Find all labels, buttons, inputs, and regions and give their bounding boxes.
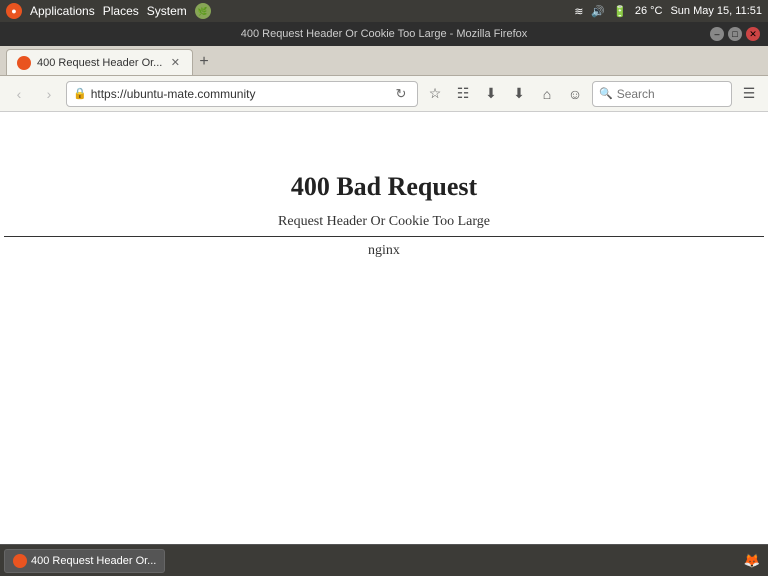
error-title: 400 Bad Request bbox=[4, 172, 764, 202]
bookmark-button[interactable]: ☆ bbox=[422, 81, 448, 107]
menu-icon: ☰ bbox=[743, 85, 756, 102]
battery-icon: 🔋 bbox=[613, 5, 627, 18]
taskbar-app-button[interactable]: 400 Request Header Or... bbox=[4, 549, 165, 573]
address-input[interactable] bbox=[91, 87, 387, 101]
address-bar[interactable]: 🔒 ↻ bbox=[66, 81, 418, 107]
nav-bar: ‹ › 🔒 ↻ ☆ ☷ ⬇ ⬇ ⌂ bbox=[0, 76, 768, 112]
reload-button[interactable]: ↻ bbox=[391, 84, 411, 104]
window-controls: – □ ✕ bbox=[710, 27, 760, 41]
error-server: nginx bbox=[4, 243, 764, 259]
new-tab-button[interactable]: + bbox=[193, 49, 214, 75]
active-tab[interactable]: 400 Request Header Or... ✕ bbox=[6, 49, 193, 75]
home-icon: ⌂ bbox=[543, 86, 551, 102]
reload-icon: ↻ bbox=[396, 86, 407, 102]
reader-icon: ☷ bbox=[457, 85, 470, 102]
taskbar: 400 Request Header Or... 🦊 bbox=[0, 544, 768, 576]
menu-button[interactable]: ☰ bbox=[736, 81, 762, 107]
taskbar-right: 🦊 bbox=[740, 549, 764, 573]
datetime: Sun May 15, 11:51 bbox=[670, 5, 762, 17]
download-button[interactable]: ⬇ bbox=[506, 81, 532, 107]
mate-logo: 🌿 bbox=[195, 3, 211, 19]
system-bar-left: ● Applications Places System 🌿 bbox=[6, 3, 211, 19]
lock-icon: 🔒 bbox=[73, 87, 87, 100]
places-menu[interactable]: Places bbox=[103, 4, 139, 18]
firefox-icon: 🦊 bbox=[744, 553, 761, 569]
ubuntu-logo: ● bbox=[6, 3, 22, 19]
taskbar-ff-icon[interactable]: 🦊 bbox=[740, 549, 764, 573]
system-bar: ● Applications Places System 🌿 ≋ 🔊 🔋 26 … bbox=[0, 0, 768, 22]
reader-button[interactable]: ☷ bbox=[450, 81, 476, 107]
toolbar-icons: ☆ ☷ ⬇ ⬇ ⌂ ☺ bbox=[422, 81, 588, 107]
back-icon: ‹ bbox=[17, 86, 22, 102]
home-button[interactable]: ⌂ bbox=[534, 81, 560, 107]
tab-bar: 400 Request Header Or... ✕ + bbox=[0, 46, 768, 76]
browser-window: 400 Request Header Or Cookie Too Large -… bbox=[0, 22, 768, 544]
error-block: 400 Bad Request Request Header Or Cookie… bbox=[4, 172, 764, 259]
browser-content: 400 Bad Request Request Header Or Cookie… bbox=[0, 112, 768, 544]
back-button[interactable]: ‹ bbox=[6, 81, 32, 107]
network-icon: ≋ bbox=[574, 5, 583, 18]
system-bar-right: ≋ 🔊 🔋 26 °C Sun May 15, 11:51 bbox=[574, 5, 762, 18]
pocket-button[interactable]: ⬇ bbox=[478, 81, 504, 107]
forward-icon: › bbox=[47, 86, 52, 102]
bookmark-icon: ☆ bbox=[429, 85, 442, 102]
volume-icon: 🔊 bbox=[591, 5, 605, 18]
tab-close-button[interactable]: ✕ bbox=[168, 56, 182, 70]
pocket-icon: ⬇ bbox=[485, 85, 497, 102]
error-divider bbox=[4, 236, 764, 237]
title-bar: 400 Request Header Or Cookie Too Large -… bbox=[0, 22, 768, 46]
download-icon: ⬇ bbox=[513, 85, 525, 102]
close-button[interactable]: ✕ bbox=[746, 27, 760, 41]
temperature: 26 °C bbox=[635, 5, 663, 17]
taskbar-favicon bbox=[13, 554, 27, 568]
error-subtitle: Request Header Or Cookie Too Large bbox=[4, 214, 764, 230]
system-menu[interactable]: System bbox=[147, 4, 187, 18]
search-bar[interactable]: 🔍 bbox=[592, 81, 732, 107]
maximize-button[interactable]: □ bbox=[728, 27, 742, 41]
emoji-button[interactable]: ☺ bbox=[562, 81, 588, 107]
window-title: 400 Request Header Or Cookie Too Large -… bbox=[58, 28, 710, 40]
minimize-button[interactable]: – bbox=[710, 27, 724, 41]
search-icon: 🔍 bbox=[599, 87, 613, 100]
applications-menu[interactable]: Applications bbox=[30, 4, 95, 18]
tab-favicon bbox=[17, 56, 31, 70]
tab-label: 400 Request Header Or... bbox=[37, 57, 162, 69]
emoji-icon: ☺ bbox=[568, 86, 582, 102]
forward-button[interactable]: › bbox=[36, 81, 62, 107]
taskbar-app-label: 400 Request Header Or... bbox=[31, 555, 156, 567]
